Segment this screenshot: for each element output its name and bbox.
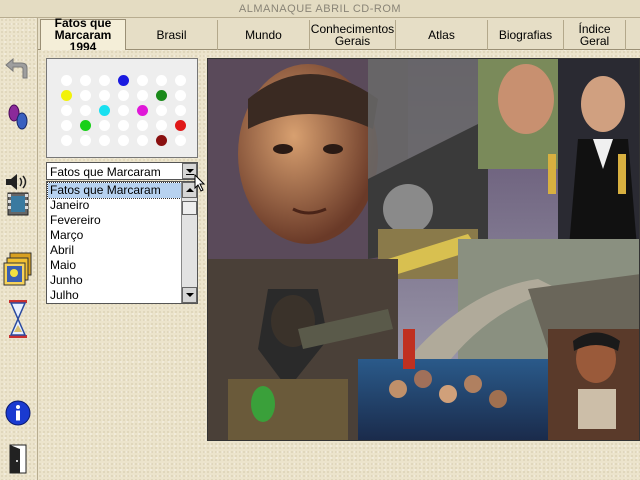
tab-fatos-que-marcaram[interactable]: Fatos que Marcaram 1994	[40, 16, 126, 54]
tab-atlas[interactable]: Atlas	[396, 20, 488, 50]
month-dot[interactable]	[61, 120, 72, 131]
month-dot-grid[interactable]	[46, 58, 198, 158]
month-dot[interactable]	[80, 90, 91, 101]
month-dot[interactable]	[118, 135, 129, 146]
chevron-down-icon	[185, 168, 194, 175]
tab-label: Conhecimentos Gerais	[310, 22, 395, 48]
month-dot[interactable]	[175, 90, 186, 101]
month-dot[interactable]	[118, 105, 129, 116]
tab-label: Mundo	[245, 28, 282, 42]
tab-indice-geral[interactable]: Índice Geral	[564, 20, 626, 50]
month-dot[interactable]	[175, 105, 186, 116]
month-dot[interactable]	[156, 90, 167, 101]
month-dot[interactable]	[156, 120, 167, 131]
list-item[interactable]: Janeiro	[48, 198, 181, 213]
month-dot[interactable]	[156, 75, 167, 86]
month-dot[interactable]	[175, 75, 186, 86]
tab-brasil[interactable]: Brasil	[126, 20, 218, 50]
month-dot[interactable]	[118, 75, 129, 86]
tab-biografias[interactable]: Biografias	[488, 20, 564, 50]
month-dot[interactable]	[80, 105, 91, 116]
month-list[interactable]: Fatos que Marcaram Janeiro Fevereiro Mar…	[46, 181, 198, 304]
collage-image	[208, 59, 639, 440]
events-photo-collage[interactable]	[207, 58, 640, 441]
month-dot[interactable]	[99, 120, 110, 131]
month-dot[interactable]	[175, 135, 186, 146]
month-dot[interactable]	[175, 120, 186, 131]
month-dot[interactable]	[156, 135, 167, 146]
month-dot[interactable]	[137, 135, 148, 146]
tab-label: Brasil	[156, 28, 187, 42]
mouse-cursor-icon	[194, 173, 206, 195]
month-dot[interactable]	[118, 120, 129, 131]
window-title: ALMANAQUE ABRIL CD-ROM	[238, 3, 402, 15]
list-item[interactable]: Junho	[48, 273, 181, 288]
scroll-thumb[interactable]	[182, 201, 197, 215]
list-item[interactable]: Fatos que Marcaram	[47, 182, 182, 199]
speaker-film-icon[interactable]	[3, 174, 33, 216]
sidebar	[0, 18, 38, 480]
month-dot[interactable]	[61, 75, 72, 86]
tab-label: Índice Geral	[578, 22, 611, 48]
info-icon[interactable]	[3, 398, 33, 428]
month-dot[interactable]	[137, 75, 148, 86]
month-dot[interactable]	[80, 135, 91, 146]
tab-label: Atlas	[428, 28, 455, 42]
month-dot[interactable]	[99, 75, 110, 86]
chevron-down-icon	[185, 293, 194, 297]
main-content: Fatos que Marcaram Fatos que Marcaram Ja…	[38, 50, 640, 480]
month-dot[interactable]	[99, 90, 110, 101]
month-select-value: Fatos que Marcaram	[50, 165, 161, 179]
month-dot[interactable]	[137, 105, 148, 116]
undo-arrow-icon[interactable]	[3, 54, 33, 84]
month-dot[interactable]	[61, 90, 72, 101]
tab-mundo[interactable]: Mundo	[218, 20, 310, 50]
photo-slides-icon[interactable]	[3, 252, 33, 286]
list-scrollbar[interactable]	[181, 182, 197, 303]
month-dot[interactable]	[61, 135, 72, 146]
month-select[interactable]: Fatos que Marcaram	[46, 162, 198, 180]
month-dot[interactable]	[99, 135, 110, 146]
list-item[interactable]: Julho	[48, 288, 181, 303]
tab-label: Fatos que Marcaram 1994	[54, 16, 112, 54]
list-item[interactable]: Março	[48, 228, 181, 243]
month-dot[interactable]	[118, 90, 129, 101]
month-dot[interactable]	[137, 90, 148, 101]
month-dot[interactable]	[99, 105, 110, 116]
scroll-down-button[interactable]	[182, 287, 197, 303]
month-dot[interactable]	[80, 75, 91, 86]
tab-conhecimentos-gerais[interactable]: Conhecimentos Gerais	[310, 20, 396, 50]
exit-door-icon[interactable]	[3, 444, 33, 474]
footsteps-icon[interactable]	[3, 102, 33, 132]
main-tab-bar: Fatos que Marcaram 1994 Brasil Mundo Con…	[38, 16, 640, 54]
month-dot[interactable]	[156, 105, 167, 116]
month-dot[interactable]	[61, 105, 72, 116]
chevron-up-icon	[185, 188, 194, 192]
month-dot[interactable]	[80, 120, 91, 131]
hourglass-icon[interactable]	[3, 300, 33, 338]
list-item[interactable]: Maio	[48, 258, 181, 273]
list-item[interactable]: Abril	[48, 243, 181, 258]
list-item[interactable]: Fevereiro	[48, 213, 181, 228]
month-dot[interactable]	[137, 120, 148, 131]
tab-label: Biografias	[498, 28, 553, 42]
